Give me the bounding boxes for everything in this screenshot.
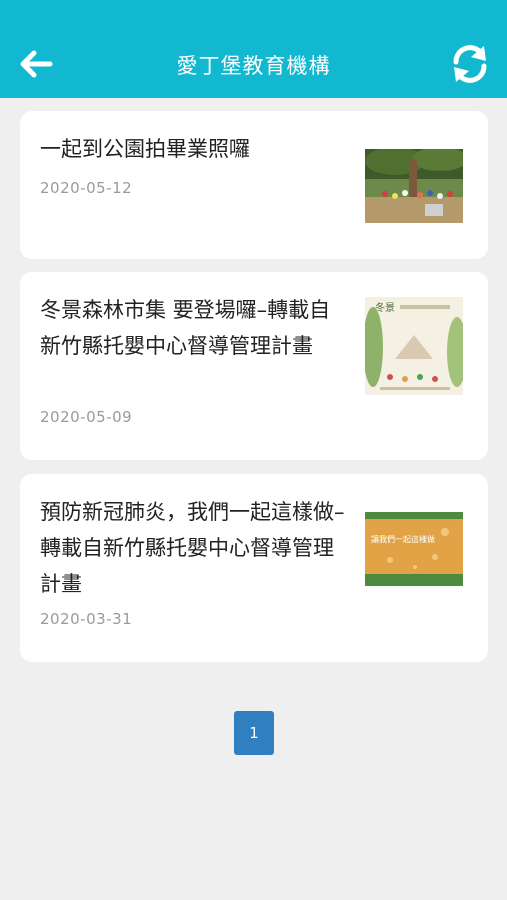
svg-text:讓我們一起這樣做: 讓我們一起這樣做	[371, 534, 435, 544]
article-thumbnail	[365, 149, 463, 223]
article-title: 預防新冠肺炎，我們一起這樣做–轉載自新竹縣托嬰中心督導管理計畫	[40, 500, 345, 596]
page-title: 愛丁堡教育機構	[176, 54, 331, 78]
article-card[interactable]: 冬景森林市集 要登場囉–轉載自新竹縣托嬰中心督導管理計畫 2020-05-09 …	[20, 272, 488, 460]
article-date: 2020-05-09	[40, 408, 133, 426]
park-photo-image	[365, 149, 463, 223]
page-1-button[interactable]: 1	[234, 711, 274, 755]
forest-market-poster-image: 冬景	[365, 297, 463, 395]
covid-poster-image: 讓我們一起這樣做	[365, 512, 463, 586]
article-card[interactable]: 預防新冠肺炎，我們一起這樣做–轉載自新竹縣托嬰中心督導管理計畫 2020-03-…	[20, 474, 488, 662]
article-thumbnail: 讓我們一起這樣做	[365, 512, 463, 586]
article-title: 冬景森林市集 要登場囉–轉載自新竹縣托嬰中心督導管理計畫	[40, 298, 331, 358]
article-title: 一起到公園拍畢業照囉	[40, 137, 250, 161]
refresh-button[interactable]	[448, 42, 492, 86]
article-thumbnail: 冬景	[365, 297, 463, 395]
article-date: 2020-03-31	[40, 610, 133, 628]
top-app-bar: 愛丁堡教育機構	[0, 0, 507, 98]
svg-text:冬景: 冬景	[375, 301, 395, 314]
article-date: 2020-05-12	[40, 179, 133, 197]
refresh-icon	[453, 45, 487, 83]
article-card[interactable]: 一起到公園拍畢業照囉 2020-05-12	[20, 111, 488, 259]
